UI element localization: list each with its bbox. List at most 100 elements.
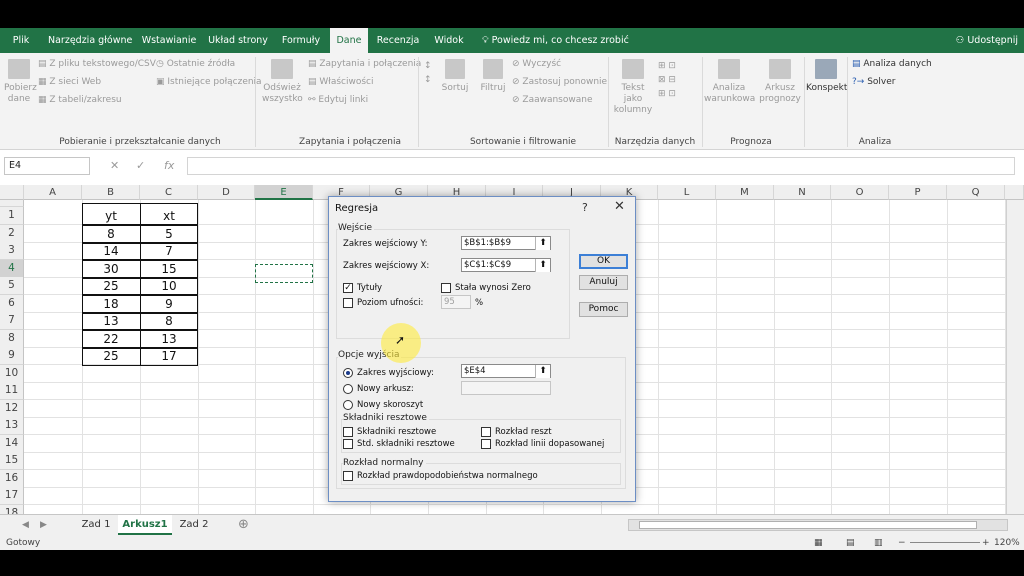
tab-home[interactable]: Narzędzia główne bbox=[48, 28, 132, 53]
column-header[interactable]: M bbox=[716, 185, 774, 200]
from-table-button[interactable]: ▦ Z tabeli/zakresu bbox=[38, 95, 122, 105]
collapse-dialog-icon[interactable]: ⬆ bbox=[535, 365, 550, 378]
column-header[interactable]: P bbox=[889, 185, 947, 200]
row-header[interactable]: 1 bbox=[0, 207, 24, 225]
tab-formulas[interactable]: Formuły bbox=[278, 28, 324, 53]
existing-connections-button[interactable]: ▣ Istniejące połączenia bbox=[156, 77, 262, 87]
row-header[interactable]: 16 bbox=[0, 470, 24, 488]
from-web-button[interactable]: ▦ Z sieci Web bbox=[38, 77, 101, 87]
confidence-checkbox[interactable] bbox=[343, 298, 353, 308]
column-header[interactable]: A bbox=[24, 185, 82, 200]
outline-button[interactable]: Konspekt bbox=[806, 59, 847, 94]
advanced-filter-button[interactable]: ⊘ Zaawansowane bbox=[512, 95, 593, 105]
row-header[interactable]: 12 bbox=[0, 400, 24, 418]
input-x-field[interactable]: $C$1:$C$9 ⬆ bbox=[461, 258, 551, 272]
from-text-button[interactable]: ▤ Z pliku tekstowego/CSV bbox=[38, 59, 156, 69]
queries-connections-button[interactable]: ▤ Zapytania i połączenia bbox=[308, 59, 421, 69]
normal-probability-checkbox[interactable] bbox=[343, 471, 353, 481]
edit-links-button[interactable]: ⚯ Edytuj linki bbox=[308, 95, 368, 105]
name-box[interactable]: E4 bbox=[4, 157, 90, 175]
row-header[interactable]: 3 bbox=[0, 242, 24, 260]
data-analysis-button[interactable]: ▤ Analiza danych bbox=[852, 59, 932, 69]
tab-file[interactable]: Plik bbox=[6, 28, 36, 53]
column-header[interactable]: L bbox=[658, 185, 716, 200]
std-residuals-checkbox[interactable] bbox=[343, 439, 353, 449]
help-button[interactable]: Pomoc bbox=[579, 302, 628, 317]
tab-insert[interactable]: Wstawianie bbox=[140, 28, 198, 53]
close-icon[interactable]: ✕ bbox=[614, 199, 625, 214]
column-header[interactable]: O bbox=[831, 185, 889, 200]
tab-data[interactable]: Dane bbox=[330, 28, 368, 53]
row-header[interactable]: 13 bbox=[0, 417, 24, 435]
vertical-scrollbar[interactable] bbox=[1006, 200, 1024, 541]
new-workbook-radio[interactable] bbox=[343, 400, 353, 410]
row-header[interactable]: 9 bbox=[0, 347, 24, 365]
select-all-corner[interactable] bbox=[0, 185, 24, 200]
tab-page-layout[interactable]: Układ strony bbox=[206, 28, 270, 53]
output-range-field[interactable]: $E$4 ⬆ bbox=[461, 364, 551, 378]
row-header[interactable]: 10 bbox=[0, 365, 24, 383]
column-header[interactable]: N bbox=[774, 185, 831, 200]
clear-button[interactable]: ⊘ Wyczyść bbox=[512, 59, 561, 69]
zoom-slider[interactable] bbox=[910, 542, 980, 543]
sheet-tab-zad1[interactable]: Zad 1 bbox=[74, 515, 118, 535]
forecast-sheet-button[interactable]: Arkusz prognozy bbox=[758, 59, 802, 105]
row-header[interactable]: 6 bbox=[0, 295, 24, 313]
cancel-icon[interactable]: ✕ bbox=[110, 157, 119, 175]
labels-checkbox[interactable]: ✓ bbox=[343, 283, 353, 293]
new-sheet-radio[interactable] bbox=[343, 384, 353, 394]
line-fit-checkbox[interactable] bbox=[481, 439, 491, 449]
reapply-button[interactable]: ⊘ Zastosuj ponownie bbox=[512, 77, 607, 87]
tab-review[interactable]: Recenzja bbox=[374, 28, 422, 53]
normal-view-icon[interactable]: ▦ bbox=[814, 536, 823, 550]
function-icon[interactable]: fx bbox=[164, 157, 174, 175]
refresh-all-button[interactable]: Odśwież wszystko bbox=[262, 59, 303, 105]
tell-me-box[interactable]: 💡︎ Powiedz mi, co chcesz zrobić bbox=[482, 28, 629, 53]
column-header[interactable]: E bbox=[255, 185, 313, 200]
cancel-button[interactable]: Anuluj bbox=[579, 275, 628, 290]
prev-sheet-icon[interactable]: ◀ bbox=[22, 515, 29, 535]
residual-plots-checkbox[interactable] bbox=[481, 427, 491, 437]
column-header[interactable] bbox=[1005, 185, 1024, 200]
help-icon[interactable]: ? bbox=[582, 201, 588, 214]
row-header[interactable]: 2 bbox=[0, 225, 24, 243]
confidence-field[interactable]: 95 bbox=[441, 295, 471, 309]
sheet-tab-zad2[interactable]: Zad 2 bbox=[172, 515, 216, 535]
row-header[interactable]: 11 bbox=[0, 382, 24, 400]
row-header[interactable]: 7 bbox=[0, 312, 24, 330]
page-layout-icon[interactable]: ▤ bbox=[846, 536, 855, 550]
data-tools-icons[interactable]: ⊞ ⊡ ⊠ ⊟ ⊞ ⊡ bbox=[658, 59, 676, 101]
tab-view[interactable]: Widok bbox=[430, 28, 468, 53]
row-header[interactable]: 8 bbox=[0, 330, 24, 348]
collapse-dialog-icon[interactable]: ⬆ bbox=[535, 259, 550, 272]
zoom-level[interactable]: 120% bbox=[994, 536, 1020, 550]
column-header[interactable]: D bbox=[198, 185, 255, 200]
row-header[interactable]: 14 bbox=[0, 435, 24, 453]
next-sheet-icon[interactable]: ▶ bbox=[40, 515, 47, 535]
sort-az-icon[interactable]: ↕ ↕ bbox=[424, 59, 432, 87]
page-break-icon[interactable]: ▥ bbox=[874, 536, 883, 550]
horizontal-scrollbar[interactable] bbox=[628, 519, 1008, 531]
row-header[interactable]: 17 bbox=[0, 487, 24, 505]
row-header[interactable]: 15 bbox=[0, 452, 24, 470]
zoom-in-icon[interactable]: + bbox=[982, 536, 990, 550]
ok-button[interactable]: OK bbox=[579, 254, 628, 269]
constant-zero-checkbox[interactable] bbox=[441, 283, 451, 293]
share-button[interactable]: ⚇ Udostępnij bbox=[956, 28, 1018, 53]
selected-cell-marquee[interactable] bbox=[255, 264, 313, 283]
row-header[interactable]: 4 bbox=[0, 260, 24, 278]
output-range-radio[interactable] bbox=[343, 368, 353, 378]
confirm-icon[interactable]: ✓ bbox=[136, 157, 145, 175]
properties-button[interactable]: ▤ Właściwości bbox=[308, 77, 374, 87]
row-header[interactable]: 5 bbox=[0, 277, 24, 295]
recent-sources-button[interactable]: ◷ Ostatnie źródła bbox=[156, 59, 235, 69]
sort-button[interactable]: Sortuj bbox=[440, 59, 470, 94]
input-y-field[interactable]: $B$1:$B$9 ⬆ bbox=[461, 236, 551, 250]
sheet-tab-arkusz1[interactable]: Arkusz1 bbox=[118, 515, 172, 535]
zoom-out-icon[interactable]: − bbox=[898, 536, 906, 550]
residuals-checkbox[interactable] bbox=[343, 427, 353, 437]
add-sheet-icon[interactable]: ⊕ bbox=[238, 515, 249, 535]
collapse-dialog-icon[interactable]: ⬆ bbox=[535, 237, 550, 250]
filter-button[interactable]: Filtruj bbox=[478, 59, 508, 94]
get-data-button[interactable]: Pobierz dane bbox=[4, 59, 37, 105]
